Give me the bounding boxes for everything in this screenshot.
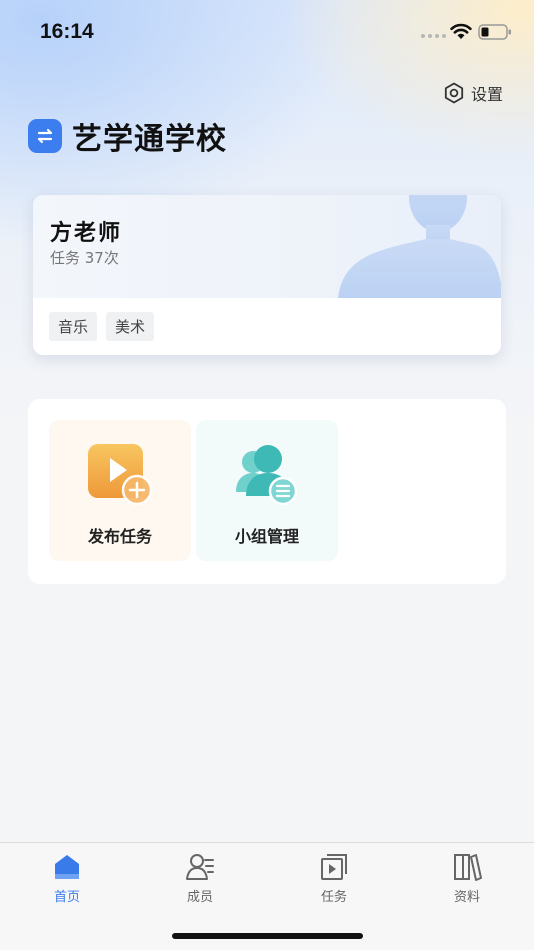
status-time: 16:14 [40,20,94,43]
tab-members-label: 成员 [186,890,213,905]
tab-home[interactable]: 首页 [27,852,107,908]
school-name: 艺学通学校 [72,122,227,157]
tab-tasks-label: 任务 [320,890,347,905]
tab-library[interactable]: 资料 [427,852,507,908]
members-icon [186,854,214,880]
group-management-label: 小组管理 [234,527,299,546]
subject-tag: 美术 [106,312,155,341]
tab-tasks[interactable]: 任务 [294,852,374,908]
subject-tags: 音乐 美术 [49,312,155,341]
video-add-icon [88,444,153,506]
tab-library-label: 资料 [453,890,480,905]
settings-button[interactable]: 设置 [443,80,503,106]
task-icon [321,854,347,880]
teacher-card[interactable]: 方老师 任务 37次 音乐 美术 [33,195,501,355]
tab-members[interactable]: 成员 [160,852,240,908]
library-icon [454,854,482,881]
publish-task-label: 发布任务 [87,527,152,546]
school-switch-icon[interactable] [28,119,62,153]
function-panel: 发布任务 小组管理 [28,399,506,584]
status-bar: 16:14 [0,0,534,64]
tab-home-label: 首页 [53,890,80,905]
settings-label: 设置 [471,85,504,104]
group-list-icon [236,445,298,506]
group-management-button[interactable]: 小组管理 [196,420,338,561]
home-icon [55,855,79,879]
settings-icon [444,82,464,104]
school-header: 艺学通学校 [28,114,227,158]
teacher-name: 方老师 [50,221,123,246]
home-indicator [172,933,363,939]
avatar-silhouette-icon [338,195,501,298]
teacher-task-count: 任务 37次 [50,249,119,267]
subject-tag: 音乐 [49,312,98,341]
battery-icon [478,24,511,40]
cellular-signal-icon [421,34,446,38]
wifi-icon [450,23,472,39]
publish-task-button[interactable]: 发布任务 [49,420,191,561]
